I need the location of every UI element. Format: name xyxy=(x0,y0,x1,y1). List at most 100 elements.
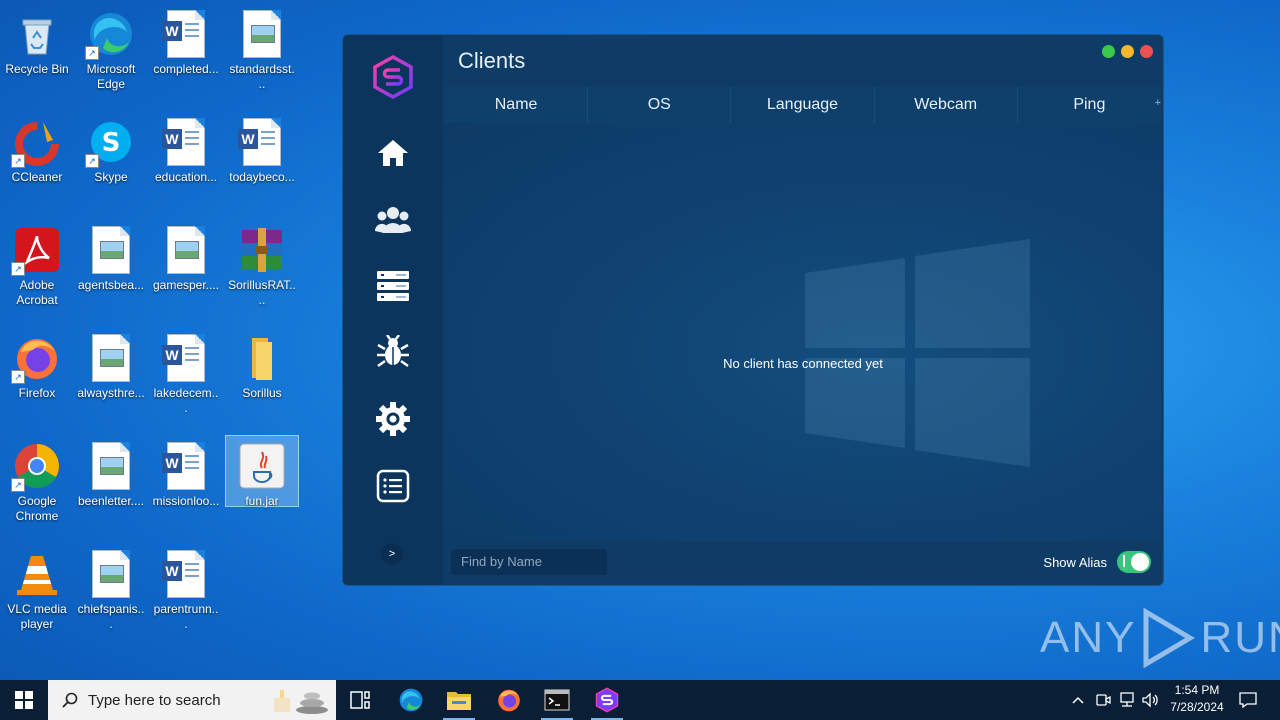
maximize-button[interactable] xyxy=(1102,45,1115,58)
recycle-bin-icon xyxy=(13,10,61,58)
action-center-button[interactable] xyxy=(1234,680,1262,720)
desktop-icon-word-doc[interactable]: W parentrunn... xyxy=(150,544,222,644)
desktop-icon-folder[interactable]: Sorillus xyxy=(226,328,298,428)
webcam-icon xyxy=(1096,694,1111,706)
speaker-icon xyxy=(1142,692,1158,708)
word-doc-icon: W xyxy=(162,442,210,490)
column-header-os[interactable]: OS xyxy=(588,87,732,123)
svg-text:S: S xyxy=(102,128,121,158)
nav-home[interactable] xyxy=(373,133,413,173)
column-header-ping[interactable]: Ping xyxy=(1018,87,1161,123)
image-file-icon xyxy=(162,226,210,274)
desktop-icon-label: Sorillus xyxy=(242,386,282,400)
empty-state-message: No client has connected yet xyxy=(723,356,883,371)
desktop: Recycle Bin ↗ CCleaner ↗ Adobe Acrobat ↗… xyxy=(0,0,320,680)
clients-table-body: No client has connected yet xyxy=(445,123,1161,541)
desktop-icon-word-doc[interactable]: W lakedecem... xyxy=(150,328,222,428)
word-doc-icon: W xyxy=(162,550,210,598)
desktop-icon-image-file[interactable]: beenletter.... xyxy=(75,436,147,536)
desktop-icon-label: fun.jar xyxy=(245,494,279,508)
column-header-webcam[interactable]: Webcam xyxy=(875,87,1018,123)
edge-icon xyxy=(399,688,423,712)
desktop-icon-label: Recycle Bin xyxy=(5,62,69,76)
notification-icon xyxy=(1239,692,1257,708)
clock-time: 1:54 PM xyxy=(1174,683,1220,697)
image-file-icon xyxy=(238,10,286,58)
column-header-language[interactable]: Language xyxy=(731,87,875,123)
sidebar-expand-button[interactable]: > xyxy=(381,543,403,565)
desktop-icon-image-file[interactable]: agentsbea... xyxy=(75,220,147,320)
desktop-icon-word-doc[interactable]: W todaybeco... xyxy=(226,112,298,212)
taskbar-file-explorer[interactable] xyxy=(435,680,483,720)
watermark-text-left: ANY xyxy=(1040,613,1137,662)
shortcut-arrow-icon: ↗ xyxy=(85,154,99,168)
desktop-icon-label: beenletter.... xyxy=(77,494,145,508)
taskbar: Type here to search 1:54 PM 7/28/2024 xyxy=(0,680,1280,720)
image-file-icon xyxy=(87,226,135,274)
page-title: Clients xyxy=(458,48,526,73)
taskbar-terminal[interactable] xyxy=(533,680,581,720)
desktop-icon-word-doc[interactable]: W missionloo... xyxy=(150,436,222,536)
close-button[interactable] xyxy=(1140,45,1153,58)
desktop-icon-label: gamesper.... xyxy=(152,278,220,292)
desktop-icon-label: CCleaner xyxy=(11,170,63,184)
sorillus-logo-icon xyxy=(371,54,415,100)
tray-show-hidden[interactable] xyxy=(1068,680,1088,720)
desktop-icon-adobe-acrobat[interactable]: ↗ Adobe Acrobat xyxy=(1,220,73,320)
bug-icon xyxy=(377,335,409,368)
nav-settings[interactable] xyxy=(373,399,413,439)
desktop-icon-label: chiefspanis... xyxy=(77,602,145,631)
sorillus-logo-icon xyxy=(595,687,619,713)
desktop-icon-image-file[interactable]: standardsst... xyxy=(226,4,298,104)
tray-volume[interactable] xyxy=(1140,680,1162,720)
desktop-icon-label: lakedecem... xyxy=(153,386,219,415)
nav-logs[interactable] xyxy=(373,466,413,506)
taskbar-clock[interactable]: 1:54 PM 7/28/2024 xyxy=(1162,682,1232,716)
task-view-icon xyxy=(350,691,370,709)
show-alias-toggle[interactable] xyxy=(1117,551,1151,573)
desktop-icon-google-chrome[interactable]: ↗ Google Chrome xyxy=(1,436,73,536)
desktop-icon-word-doc[interactable]: W education... xyxy=(150,112,222,212)
desktop-icon-ccleaner[interactable]: ↗ CCleaner xyxy=(1,112,73,212)
desktop-icon-word-doc[interactable]: W completed... xyxy=(150,4,222,104)
list-icon xyxy=(376,469,410,503)
nav-clients[interactable] xyxy=(373,199,413,239)
desktop-icon-image-file[interactable]: alwaysthre... xyxy=(75,328,147,428)
search-highlight-image xyxy=(274,690,328,714)
settings-icon xyxy=(376,402,410,436)
winrar-archive-icon xyxy=(238,226,286,274)
desktop-icon-microsoft-edge[interactable]: ↗ Microsoft Edge xyxy=(75,4,147,104)
shortcut-arrow-icon: ↗ xyxy=(11,154,25,168)
image-file-icon xyxy=(87,334,135,382)
desktop-icon-firefox[interactable]: ↗ Firefox xyxy=(1,328,73,428)
firefox-icon: ↗ xyxy=(11,334,61,384)
tray-network[interactable] xyxy=(1116,680,1138,720)
add-column-button[interactable]: + xyxy=(1155,97,1161,109)
edge-icon: ↗ xyxy=(85,10,135,60)
column-header-name[interactable]: Name xyxy=(445,87,589,123)
nav-builder[interactable] xyxy=(373,332,413,372)
sidebar: > xyxy=(343,35,443,585)
start-button[interactable] xyxy=(0,680,48,720)
desktop-icon-winrar-archive[interactable]: SorillusRAT.... xyxy=(226,220,298,320)
tray-meet-now[interactable] xyxy=(1093,680,1113,720)
nav-servers[interactable] xyxy=(373,266,413,306)
taskbar-firefox[interactable] xyxy=(485,680,533,720)
desktop-icon-label: Microsoft Edge xyxy=(86,62,136,91)
skype-icon: S ↗ xyxy=(85,118,135,168)
watermark-text-right: RUN xyxy=(1200,613,1280,662)
taskbar-sorillus[interactable] xyxy=(583,680,631,720)
desktop-icon-vlc[interactable]: VLC media player xyxy=(1,544,73,644)
taskbar-search[interactable]: Type here to search xyxy=(48,680,336,720)
minimize-button[interactable] xyxy=(1121,45,1134,58)
desktop-icon-skype[interactable]: S ↗ Skype xyxy=(75,112,147,212)
shortcut-arrow-icon: ↗ xyxy=(11,478,25,492)
search-icon xyxy=(62,692,78,708)
taskbar-edge[interactable] xyxy=(387,680,435,720)
desktop-icon-recycle-bin[interactable]: Recycle Bin xyxy=(1,4,73,104)
desktop-icon-java-jar[interactable]: fun.jar xyxy=(225,435,299,508)
desktop-icon-image-file[interactable]: gamesper.... xyxy=(150,220,222,320)
desktop-icon-image-file[interactable]: chiefspanis... xyxy=(75,544,147,644)
task-view-button[interactable] xyxy=(336,680,384,720)
find-by-name-input[interactable]: Find by Name xyxy=(451,549,607,575)
